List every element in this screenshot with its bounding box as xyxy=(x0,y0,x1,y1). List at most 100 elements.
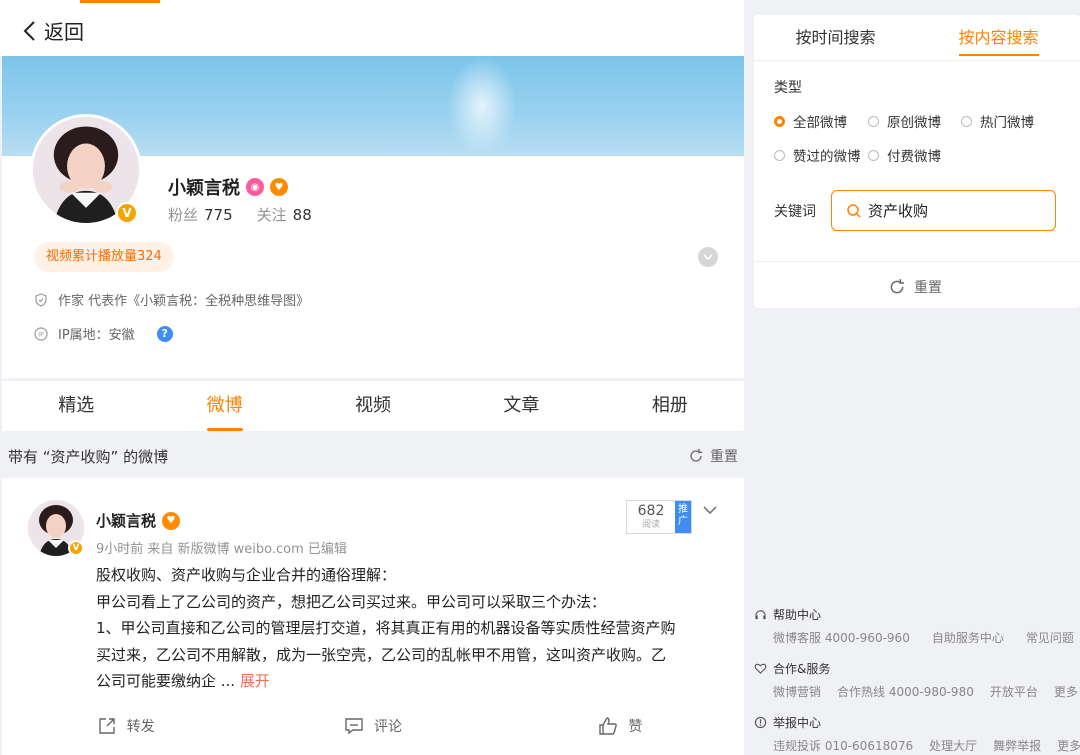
tab-video[interactable]: 视频 xyxy=(299,381,447,431)
comment-icon xyxy=(345,718,363,735)
post-line-last: 公司可能要缴纳企 ... 展开 xyxy=(96,672,270,690)
tab-album[interactable]: 相册 xyxy=(596,381,744,431)
post-actions: 转发 评论 赞 xyxy=(2,716,744,736)
profile-tabs: 精选 微博 视频 文章 相册 xyxy=(2,381,744,431)
footer-link[interactable]: 合作热线 4000-980-980 xyxy=(837,683,974,700)
chevron-down-icon xyxy=(703,506,717,515)
search-reset-button[interactable]: 重置 xyxy=(888,277,942,297)
radio-paid-weibo[interactable]: 付费微博 xyxy=(868,145,941,165)
headset-icon xyxy=(755,610,766,620)
ip-row: IP IP属地：安徽 ? xyxy=(34,324,173,343)
occupation-text: 作家 代表作《小颖言税：全税种思维导图》 xyxy=(58,294,310,309)
chevron-down-icon xyxy=(703,254,713,260)
profile-counts: 粉丝 775 关注 88 xyxy=(168,204,312,225)
top-bar: 返回 xyxy=(0,0,744,56)
back-label: 返回 xyxy=(44,20,84,44)
chevron-left-icon xyxy=(23,20,35,41)
post-meta: 9小时前 来自 新版微博 weibo.com 已编辑 xyxy=(96,542,347,557)
like-button[interactable]: 赞 xyxy=(497,716,744,736)
verified-badge-icon: V xyxy=(116,202,138,224)
expand-profile-button[interactable] xyxy=(698,247,718,267)
tab-featured[interactable]: 精选 xyxy=(2,381,150,431)
search-icon xyxy=(847,203,861,218)
post-line: 甲公司看上了乙公司的资产，想把乙公司买过来。甲公司可以采取三个办法： xyxy=(96,592,607,611)
post-line: 买过来，乙公司不用解散，成为一张空壳，乙公司的乱帐甲不用管，这叫资产收购。乙 xyxy=(96,645,667,664)
footer-help: 帮助中心 微博客服 4000-960-960 自助服务中心 常见问题 xyxy=(754,606,1080,646)
repost-button[interactable]: 转发 xyxy=(2,716,249,736)
shield-icon xyxy=(34,292,48,307)
keyword-input[interactable] xyxy=(868,201,1048,220)
radio-hot-weibo[interactable]: 热门微博 xyxy=(961,111,1034,131)
radio-icon xyxy=(868,115,879,127)
member-badge-icon[interactable]: ◉ xyxy=(246,178,264,196)
read-count-box: 682 阅读 推广 xyxy=(626,500,692,534)
occupation-row: 作家 代表作《小颖言税：全税种思维导图》 xyxy=(34,290,309,309)
post-body: 股权收购、资产收购与企业合并的通俗理解： 甲公司看上了乙公司的资产，想把乙公司买… xyxy=(96,562,726,695)
help-icon[interactable]: ? xyxy=(156,325,173,342)
footer-link[interactable]: 微博营销 xyxy=(773,683,821,700)
verified-badge-icon: V xyxy=(68,540,84,556)
tab-search-by-content[interactable]: 按内容搜索 xyxy=(917,15,1080,60)
footer-report: 举报中心 违规投诉 010-60618076 处理大厅 舞弊举报 更多 xyxy=(754,714,1080,754)
footer-link[interactable]: 自助服务中心 xyxy=(932,629,1004,646)
profile-card: V 小颖言税 ◉ ♥ 粉丝 775 关注 88 视频累计播放量324 作家 代表作《… xyxy=(2,114,744,378)
post-card: V 小颖言税 ♥ 9小时前 来自 新版微博 weibo.com 已编辑 682 … xyxy=(2,478,744,755)
thumbs-up-icon xyxy=(599,717,618,735)
svg-text:IP: IP xyxy=(38,331,44,338)
tab-articles[interactable]: 文章 xyxy=(447,381,595,431)
footer-link[interactable]: 微博客服 4000-960-960 xyxy=(773,629,910,646)
expand-link[interactable]: 展开 xyxy=(240,672,270,690)
warning-icon xyxy=(754,716,767,729)
comment-button[interactable]: 评论 xyxy=(249,716,496,736)
footer-link[interactable]: 开放平台 xyxy=(990,683,1038,700)
post-menu-button[interactable] xyxy=(702,500,718,519)
radio-all-weibo[interactable]: 全部微博 xyxy=(774,111,847,131)
follow-stat[interactable]: 关注 88 xyxy=(257,204,312,225)
profile-name-row: 小颖言税 ◉ ♥ xyxy=(168,174,288,200)
fan-badge-icon[interactable]: ♥ xyxy=(162,511,181,530)
filter-reset-button[interactable]: 重置 xyxy=(688,446,738,466)
footer-link[interactable]: 更多 xyxy=(1054,683,1078,700)
footer-link[interactable]: 更多 xyxy=(1057,737,1080,754)
handshake-icon xyxy=(754,663,767,674)
footer-link[interactable]: 舞弊举报 xyxy=(993,737,1041,754)
promote-button[interactable]: 推广 xyxy=(675,501,691,533)
search-panel: 按时间搜索 按内容搜索 类型 全部微博 原创微博 热门微博 赞过的微博 付费微博… xyxy=(754,15,1080,308)
fan-badge-icon[interactable]: ♥ xyxy=(270,178,288,196)
radio-icon xyxy=(961,115,972,127)
read-count: 682 xyxy=(637,503,665,519)
post-line: 股权收购、资产收购与企业合并的通俗理解： xyxy=(96,566,397,584)
footer-link[interactable]: 处理大厅 xyxy=(929,737,977,754)
radio-liked-weibo[interactable]: 赞过的微博 xyxy=(774,145,861,165)
post-line: 1、甲公司直接和乙公司的管理层打交道，将其真正有用的机器设备等实质性经营资产购 xyxy=(96,619,676,637)
post-author-row: 小颖言税 ♥ xyxy=(96,510,181,531)
refresh-icon xyxy=(890,279,905,294)
filter-description: 带有 “资产收购” 的微博 xyxy=(8,448,169,466)
refresh-icon xyxy=(690,449,703,462)
ip-location-text: IP属地：安徽 xyxy=(58,328,135,343)
radio-icon xyxy=(774,149,785,161)
ip-icon: IP xyxy=(34,326,48,341)
radio-icon xyxy=(868,149,879,161)
footer-link[interactable]: 违规投诉 010-60618076 xyxy=(773,737,913,754)
back-button[interactable]: 返回 xyxy=(22,16,84,45)
divider xyxy=(754,261,1080,262)
tab-search-by-time[interactable]: 按时间搜索 xyxy=(754,15,917,60)
profile-name: 小颖言税 xyxy=(168,178,240,199)
type-label: 类型 xyxy=(774,80,802,96)
search-tabs: 按时间搜索 按内容搜索 xyxy=(754,15,1080,61)
footer-link[interactable]: 常见问题 xyxy=(1026,629,1074,646)
filter-bar: 带有 “资产收购” 的微博 重置 xyxy=(8,446,740,466)
radio-selected-icon xyxy=(774,115,785,127)
keyword-field[interactable] xyxy=(831,190,1056,231)
radio-original-weibo[interactable]: 原创微博 xyxy=(868,111,941,131)
fans-stat[interactable]: 粉丝 775 xyxy=(168,204,233,225)
footer-coop: 合作&服务 微博营销 合作热线 4000-980-980 开放平台 更多 xyxy=(754,660,1080,700)
main-column: 返回 V 小颖言税 ◉ ♥ 粉丝 775 关注 88 视频累计播放量324 作家… xyxy=(0,0,744,755)
keyword-label: 关键词 xyxy=(774,204,816,220)
video-play-badge: 视频累计播放量324 xyxy=(34,242,174,272)
tab-weibo[interactable]: 微博 xyxy=(150,381,298,431)
repost-icon xyxy=(98,718,115,734)
post-author[interactable]: 小颖言税 xyxy=(96,510,156,531)
top-accent-line xyxy=(80,0,160,3)
